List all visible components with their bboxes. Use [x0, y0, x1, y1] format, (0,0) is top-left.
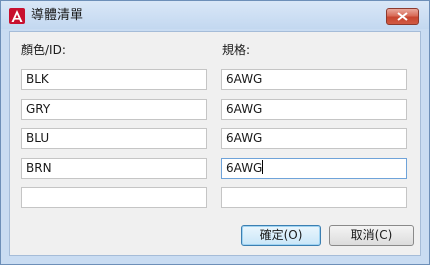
- close-button[interactable]: [386, 8, 419, 25]
- window-title: 導體清單: [31, 8, 84, 23]
- color-field-4[interactable]: BRN: [21, 158, 207, 179]
- ok-button[interactable]: 確定(O): [241, 225, 321, 246]
- dialog-window: 導體清單 顏色/ID: 規格: BLK 6AWG GRY 6AWG BLU 6A…: [0, 0, 430, 265]
- title-bar[interactable]: 導體清單: [1, 1, 429, 29]
- spec-header: 規格:: [222, 43, 251, 57]
- autocad-a-icon: [9, 8, 25, 24]
- text-caret: [262, 160, 264, 174]
- spec-field-1[interactable]: 6AWG: [221, 69, 407, 90]
- color-field-2[interactable]: GRY: [21, 99, 207, 120]
- cancel-button[interactable]: 取消(C): [329, 225, 414, 246]
- close-icon: [397, 12, 408, 21]
- spec-field-2[interactable]: 6AWG: [221, 99, 407, 120]
- color-field-1[interactable]: BLK: [21, 69, 207, 90]
- spec-field-5[interactable]: [221, 187, 407, 208]
- spec-field-4[interactable]: 6AWG: [221, 158, 407, 179]
- color-id-header: 顏色/ID:: [21, 43, 66, 57]
- spec-field-4-text: 6AWG: [226, 161, 263, 175]
- color-field-5[interactable]: [21, 187, 207, 208]
- spec-field-3[interactable]: 6AWG: [221, 128, 407, 149]
- color-field-3[interactable]: BLU: [21, 128, 207, 149]
